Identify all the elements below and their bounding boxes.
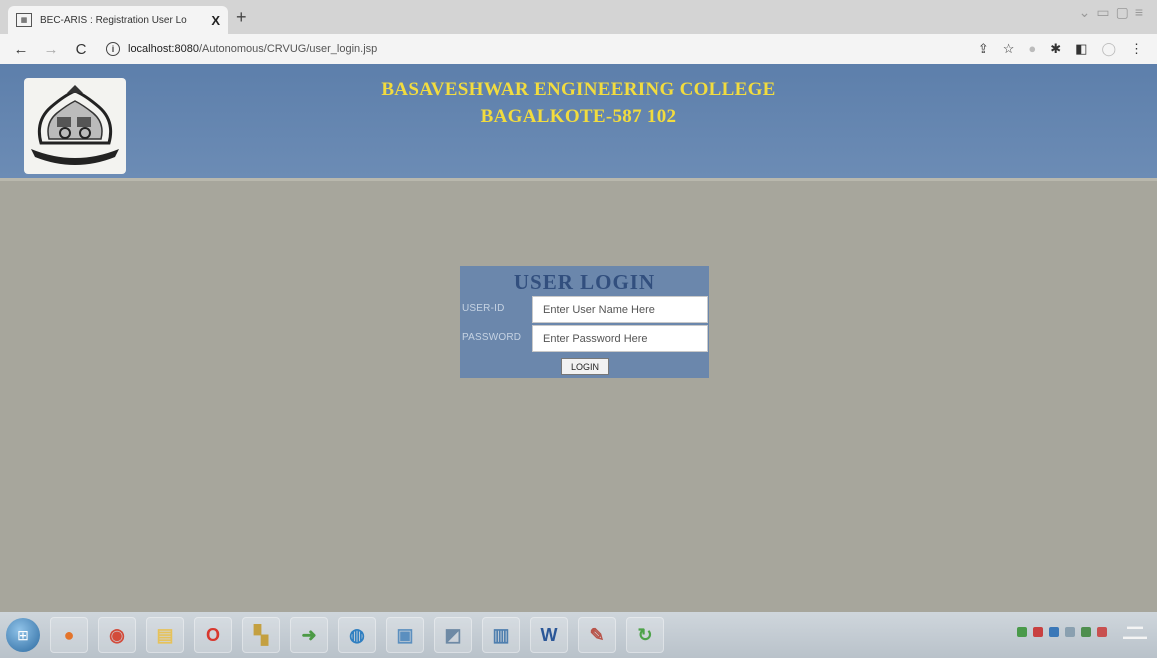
- browser-tab[interactable]: ▦ BEC-ARIS : Registration User Lo X: [8, 6, 228, 34]
- extension-icon[interactable]: ●: [1028, 41, 1036, 57]
- app-taskbar-button[interactable]: ▚: [242, 617, 280, 653]
- login-button[interactable]: LOGIN: [561, 358, 609, 375]
- windows-taskbar: ⊞ ● ◉ ▤ O ▚ ➜ ◍ ▣ ◩ ▥ W ✎ ↻ ▬▬ ▬▬▬: [0, 612, 1157, 658]
- system-tray: ▬▬ ▬▬▬: [1017, 622, 1147, 642]
- kebab-menu-icon[interactable]: ⋮: [1130, 41, 1143, 57]
- window-controls: ⌄ ▭ ▢ ≡: [1079, 4, 1143, 21]
- tray-antivirus-icon[interactable]: [1033, 627, 1043, 637]
- file-explorer-taskbar-button[interactable]: ▤: [146, 617, 184, 653]
- file-explorer-icon: ▤: [156, 624, 174, 645]
- back-arrow-icon[interactable]: ←: [12, 41, 30, 58]
- user-login-panel: USER LOGIN USER-ID PASSWORD LOGIN: [460, 266, 709, 378]
- image-app-icon: ▣: [396, 624, 414, 645]
- college-address-line2: BAGALKOTE-587 102: [480, 106, 677, 127]
- image-app-taskbar-button[interactable]: ▣: [386, 617, 424, 653]
- site-favicon-icon: ▦: [16, 13, 32, 27]
- puzzle-extensions-icon[interactable]: ✱: [1050, 41, 1061, 57]
- pen-app-icon: ✎: [589, 624, 605, 645]
- browser-tab-strip: ▦ BEC-ARIS : Registration User Lo X + ⌄ …: [0, 0, 1157, 34]
- tool-app-taskbar-button[interactable]: ◩: [434, 617, 472, 653]
- tray-network-icon[interactable]: [1017, 627, 1027, 637]
- opera-icon: O: [205, 624, 220, 645]
- window-app-icon: ▥: [492, 624, 510, 645]
- refresh-app-icon: ↻: [637, 624, 653, 645]
- chevron-down-icon[interactable]: ⌄: [1079, 4, 1091, 21]
- window-app-taskbar-button[interactable]: ▥: [482, 617, 520, 653]
- tool-app-icon: ◩: [444, 624, 462, 645]
- college-name: BASAVESHWAR ENGINEERING COLLEGE BAGALKOT…: [0, 76, 1157, 130]
- app-icon: ▚: [254, 624, 268, 645]
- tray-update-icon[interactable]: [1081, 627, 1091, 637]
- maximize-icon[interactable]: ▢: [1116, 4, 1129, 21]
- minimize-icon[interactable]: ▭: [1096, 4, 1109, 21]
- browser-toolbar: ⇪ ☆ ● ✱ ◧ ◯ ⋮: [978, 41, 1143, 57]
- sidebar-icon[interactable]: ◧: [1075, 41, 1087, 57]
- password-input[interactable]: [532, 325, 708, 352]
- url-host: localhost:8080: [128, 43, 199, 55]
- tab-title: BEC-ARIS : Registration User Lo: [40, 14, 187, 26]
- college-header: BASAVESHWAR ENGINEERING COLLEGE BAGALKOT…: [0, 64, 1157, 181]
- url-path: /Autonomous/CRVUG/user_login.jsp: [198, 43, 378, 55]
- arrow-app-icon: ➜: [301, 624, 317, 645]
- login-title: USER LOGIN: [513, 270, 656, 294]
- new-tab-button[interactable]: +: [236, 7, 247, 28]
- profile-icon[interactable]: ◯: [1101, 41, 1116, 57]
- opera-taskbar-button[interactable]: O: [194, 617, 232, 653]
- chrome-icon: ◉: [109, 624, 125, 645]
- circle-app-icon: ◍: [349, 624, 365, 645]
- forward-arrow-icon[interactable]: →: [42, 41, 60, 58]
- password-row: PASSWORD: [460, 324, 709, 353]
- userid-row: USER-ID: [460, 295, 709, 324]
- bookmark-star-icon[interactable]: ☆: [1003, 41, 1015, 57]
- tray-flag-icon[interactable]: [1097, 627, 1107, 637]
- refresh-app-taskbar-button[interactable]: ↻: [626, 617, 664, 653]
- circle-app-taskbar-button[interactable]: ◍: [338, 617, 376, 653]
- page-body: BASAVESHWAR ENGINEERING COLLEGE BAGALKOT…: [0, 64, 1157, 612]
- password-label: PASSWORD: [462, 332, 522, 343]
- url-field[interactable]: localhost:8080/Autonomous/CRVUG/user_log…: [128, 43, 377, 55]
- taskbar-clock[interactable]: ▬▬ ▬▬▬: [1123, 622, 1147, 642]
- windows-logo-icon: ⊞: [17, 626, 29, 643]
- tab-close-button[interactable]: X: [211, 13, 220, 28]
- chrome-taskbar-button[interactable]: ◉: [98, 617, 136, 653]
- browser-address-bar: ← → C i localhost:8080/Autonomous/CRVUG/…: [0, 34, 1157, 64]
- tray-bluetooth-icon[interactable]: [1049, 627, 1059, 637]
- share-icon[interactable]: ⇪: [978, 41, 989, 57]
- word-icon: W: [540, 624, 558, 645]
- start-button[interactable]: ⊞: [6, 618, 40, 652]
- taskbar-apps: ● ◉ ▤ O ▚ ➜ ◍ ▣ ◩ ▥ W ✎ ↻: [40, 617, 664, 653]
- pen-app-taskbar-button[interactable]: ✎: [578, 617, 616, 653]
- arrow-app-taskbar-button[interactable]: ➜: [290, 617, 328, 653]
- userid-input[interactable]: [532, 296, 708, 323]
- tray-volume-icon[interactable]: [1065, 627, 1075, 637]
- firefox-icon: ●: [63, 624, 75, 645]
- word-taskbar-button[interactable]: W: [530, 617, 568, 653]
- menu-lines-icon[interactable]: ≡: [1135, 4, 1143, 21]
- firefox-taskbar-button[interactable]: ●: [50, 617, 88, 653]
- userid-label: USER-ID: [462, 303, 505, 314]
- reload-icon[interactable]: C: [72, 41, 90, 58]
- college-name-line1: BASAVESHWAR ENGINEERING COLLEGE: [381, 79, 776, 100]
- site-info-icon[interactable]: i: [106, 42, 120, 56]
